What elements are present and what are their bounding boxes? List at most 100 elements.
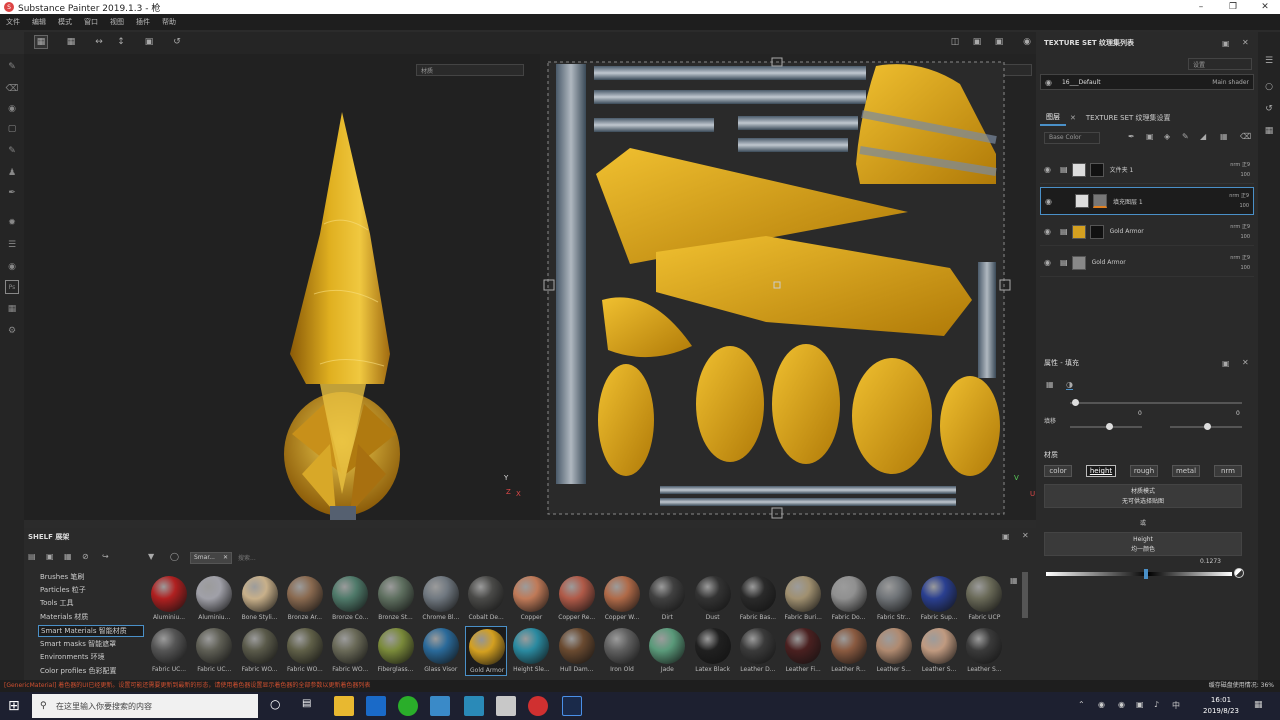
material-tile[interactable]: Fabric Str...	[873, 574, 915, 624]
camera-video-icon[interactable]: ▣	[992, 35, 1006, 49]
network-icon[interactable]: ▣	[1136, 700, 1144, 709]
menu-help[interactable]: 帮助	[156, 17, 182, 27]
photos-icon[interactable]	[430, 696, 450, 716]
height-slider-handle[interactable]	[1144, 569, 1148, 579]
ime-icon[interactable]: 中	[1172, 700, 1180, 711]
material-tile[interactable]: Fabric UC...	[148, 626, 190, 676]
category-brushes[interactable]: Brushes 笔刷	[38, 572, 144, 584]
menu-mode[interactable]: 模式	[52, 17, 78, 27]
substance-painter-icon[interactable]	[528, 696, 548, 716]
material-tile[interactable]: Copper W...	[601, 574, 643, 624]
task-view-icon[interactable]: ▤	[302, 698, 311, 709]
material-tile[interactable]: Leather S...	[963, 626, 1005, 676]
minimize-icon[interactable]: –	[1188, 0, 1214, 14]
layer-row-selected[interactable]: ◉ 填充图层 1 nrm 正9 100	[1040, 187, 1254, 215]
layers-stack-icon[interactable]: ☰	[5, 238, 19, 252]
layer-blend-mode[interactable]: nrm 正9	[1214, 160, 1250, 170]
shelf-search-input[interactable]	[238, 552, 438, 564]
offset-slider-v-handle[interactable]	[1204, 423, 1211, 430]
material-mode-box[interactable]: 材质模式 无可供选择贴图	[1044, 484, 1242, 508]
material-tile[interactable]: Fiberglass...	[375, 626, 417, 676]
add-mask-icon[interactable]: ▣	[1146, 132, 1154, 141]
offset-slider-u-handle[interactable]	[1106, 423, 1113, 430]
material-tile[interactable]: Jade	[646, 626, 688, 676]
add-paint-layer-icon[interactable]: ✎	[1182, 132, 1189, 141]
filter-tag-close-icon[interactable]: ✕	[223, 554, 228, 561]
fit-view-icon[interactable]: ▣	[142, 35, 156, 49]
fill-properties-icon[interactable]: ▦	[1046, 380, 1054, 389]
texture-set-settings-dropdown[interactable]: 设置	[1188, 58, 1252, 70]
material-tile[interactable]: Leather D...	[737, 626, 779, 676]
layer-blend-mode[interactable]: nrm 正9	[1214, 222, 1250, 232]
viewport-2d[interactable]: 材质	[540, 54, 1036, 520]
material-tile[interactable]: Bone Styli...	[239, 574, 281, 624]
channel-toggle-metal[interactable]: metal	[1172, 465, 1200, 477]
filter-icon[interactable]: ▼	[148, 552, 154, 561]
layer-blend-mode[interactable]: nrm 正9	[1213, 191, 1249, 201]
material-tile[interactable]: Fabric Bas...	[737, 574, 779, 624]
visibility-eye-icon[interactable]: ◉	[1045, 78, 1052, 87]
menu-view[interactable]: 视图	[104, 17, 130, 27]
projection-icon[interactable]: ◉	[5, 102, 19, 116]
shelf-scrollbar[interactable]	[1022, 572, 1028, 618]
channel-dropdown[interactable]: Base Color	[1044, 132, 1100, 144]
smudge-icon[interactable]: ✎	[5, 144, 19, 158]
material-tile[interactable]: Gold Armor	[465, 626, 508, 676]
slider-top[interactable]	[1070, 402, 1242, 404]
delete-layer-icon[interactable]: ⌫	[1240, 132, 1251, 141]
material-tile[interactable]: Leather Fi...	[782, 626, 824, 676]
screenshot-camera-icon[interactable]: ◉	[1020, 35, 1034, 49]
material-tile[interactable]: Leather S...	[918, 626, 960, 676]
clone-stamp-icon[interactable]: ♟	[5, 166, 19, 180]
material-tile[interactable]: Fabric Buri...	[782, 574, 824, 624]
panel-float-icon[interactable]: ▣	[1002, 532, 1010, 541]
menu-file[interactable]: 文件	[0, 17, 26, 27]
height-box[interactable]: Height 均一颜色	[1044, 532, 1242, 556]
tab-layers[interactable]: 图层	[1040, 110, 1066, 126]
viewport-3d[interactable]: 材质 Y Z X	[24, 54, 540, 520]
volume-icon[interactable]: ♪	[1154, 700, 1159, 709]
panel-float-icon[interactable]: ▣	[1222, 39, 1230, 48]
taskbar-search[interactable]: ⚲ 在这里输入你要搜索的内容	[32, 694, 258, 718]
maximize-icon[interactable]: ❐	[1220, 0, 1246, 14]
add-effect-icon[interactable]: ✒	[1128, 132, 1135, 141]
material-tile[interactable]: Bronze St...	[375, 574, 417, 624]
refresh-filter-icon[interactable]: ◯	[170, 552, 179, 561]
3ds-max-icon[interactable]	[464, 696, 484, 716]
paint-brush-icon[interactable]: ✎	[5, 60, 19, 74]
grid-split-icon[interactable]: ▦	[64, 35, 78, 49]
visibility-eye-icon[interactable]: ◉	[1044, 227, 1056, 236]
material-tile[interactable]: Iron Old	[601, 626, 643, 676]
material-tile[interactable]: Bronze Co...	[329, 574, 371, 624]
material-tile[interactable]: Leather S...	[873, 626, 915, 676]
material-tile[interactable]: Fabric UC...	[193, 626, 235, 676]
layer-opacity[interactable]: 100	[1214, 263, 1250, 273]
visibility-eye-icon[interactable]: ◉	[1045, 197, 1057, 206]
panel-close-icon[interactable]: ✕	[1022, 531, 1029, 540]
category-environments[interactable]: Environments 环境	[38, 652, 144, 664]
channel-toggle-color[interactable]: color	[1044, 465, 1072, 477]
layers-icon[interactable]: ☰	[1262, 54, 1276, 68]
color-picker-icon[interactable]	[1234, 568, 1244, 578]
material-tile[interactable]: Aluminiu...	[193, 574, 235, 624]
material-tile[interactable]: Fabric WO...	[284, 626, 326, 676]
category-particles[interactable]: Particles 粒子	[38, 585, 144, 597]
history-icon[interactable]: ↺	[1262, 102, 1276, 116]
channel-toggle-rough[interactable]: rough	[1130, 465, 1158, 477]
viewport-mode-icon[interactable]: ◫	[948, 35, 962, 49]
channel-toggle-height[interactable]: height	[1086, 465, 1116, 477]
material-tile[interactable]: Dust	[692, 574, 734, 624]
material-tile[interactable]: Latex Black	[692, 626, 734, 676]
material-tile[interactable]: Dirt	[646, 574, 688, 624]
duplicate-layer-icon[interactable]: ▦	[1220, 132, 1228, 141]
category-smart-masks[interactable]: Smart masks 智能遮罩	[38, 639, 144, 651]
category-color-profiles[interactable]: Color profiles 色彩配置	[38, 666, 144, 678]
photoshop-icon[interactable]	[562, 696, 582, 716]
material-tile[interactable]: Leather R...	[828, 626, 870, 676]
material-tile[interactable]: Height Sle...	[510, 626, 552, 676]
material-tile[interactable]: Bronze Ar...	[284, 574, 326, 624]
document-icon[interactable]: ▦	[5, 302, 19, 316]
category-smart-materials[interactable]: Smart Materials 智能材质	[38, 625, 144, 637]
cortana-icon[interactable]: ○	[270, 697, 280, 711]
material-tile[interactable]: Copper Re...	[556, 574, 598, 624]
